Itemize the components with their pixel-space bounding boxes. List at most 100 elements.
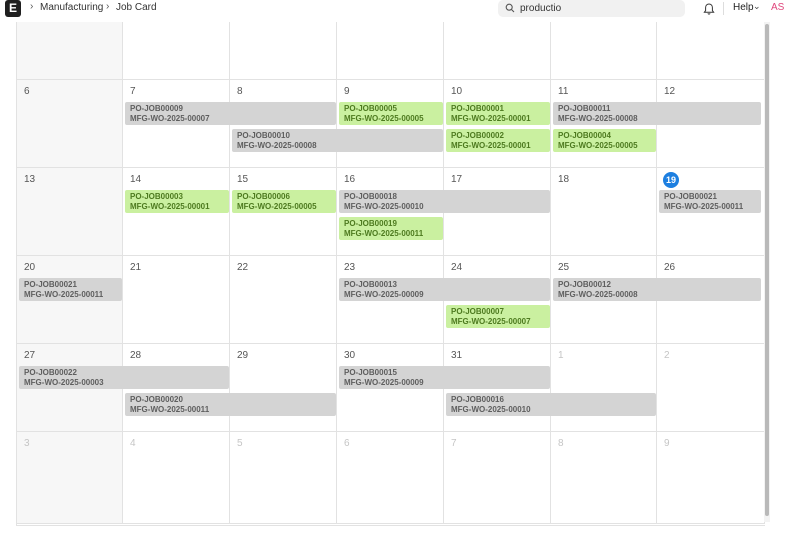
- work-order-id: MFG-WO-2025-00010: [344, 202, 424, 211]
- job-card-id: PO-JOB00021: [664, 192, 717, 201]
- job-card-event[interactable]: PO-JOB00018 MFG-WO-2025-00010: [339, 190, 550, 213]
- day-cell[interactable]: 21: [123, 256, 230, 344]
- job-card-event[interactable]: PO-JOB00016 MFG-WO-2025-00010: [446, 393, 656, 416]
- work-order-id: MFG-WO-2025-00008: [558, 290, 638, 299]
- day-number: 8: [558, 438, 564, 449]
- day-number: 11: [558, 86, 569, 97]
- work-order-id: MFG-WO-2025-00005: [558, 141, 638, 150]
- job-card-id: PO-JOB00001: [451, 104, 504, 113]
- day-cell[interactable]: 22: [230, 256, 337, 344]
- day-cell[interactable]: [17, 22, 123, 80]
- job-card-event[interactable]: PO-JOB00002 MFG-WO-2025-00001: [446, 129, 550, 152]
- help-menu-button[interactable]: Help: [733, 2, 754, 13]
- breadcrumb-manufacturing[interactable]: Manufacturing: [40, 2, 103, 13]
- day-number: 16: [344, 174, 356, 185]
- app-logo[interactable]: E: [5, 0, 21, 17]
- job-card-id: PO-JOB00009: [130, 104, 183, 113]
- job-card-event[interactable]: PO-JOB00004 MFG-WO-2025-00005: [553, 129, 656, 152]
- job-card-event[interactable]: PO-JOB00005 MFG-WO-2025-00005: [339, 102, 443, 125]
- chevron-down-icon: ⌄: [753, 1, 761, 11]
- day-cell[interactable]: 3: [17, 432, 123, 524]
- day-cell[interactable]: 4: [123, 432, 230, 524]
- day-cell[interactable]: 9: [657, 432, 765, 524]
- day-number: 15: [237, 174, 249, 185]
- work-order-id: MFG-WO-2025-00007: [451, 317, 531, 326]
- job-card-event[interactable]: PO-JOB00022 MFG-WO-2025-00003: [19, 366, 229, 389]
- user-avatar[interactable]: AS: [771, 2, 784, 13]
- today-badge: 19: [663, 172, 679, 188]
- day-cell[interactable]: 18: [551, 168, 657, 256]
- job-card-id: PO-JOB00018: [344, 192, 397, 201]
- day-cell[interactable]: 7: [444, 432, 551, 524]
- day-cell[interactable]: 8: [551, 432, 657, 524]
- day-number: 5: [237, 438, 243, 449]
- divider: [723, 2, 724, 15]
- breadcrumb-job-card[interactable]: Job Card: [116, 2, 157, 13]
- job-card-event[interactable]: PO-JOB00020 MFG-WO-2025-00011: [125, 393, 336, 416]
- day-number: 17: [451, 174, 463, 185]
- day-cell[interactable]: 2: [657, 344, 765, 432]
- day-cell[interactable]: 13: [17, 168, 123, 256]
- work-order-id: MFG-WO-2025-00008: [237, 141, 317, 150]
- day-cell[interactable]: 5: [230, 432, 337, 524]
- day-number: 29: [237, 350, 249, 361]
- day-number: 6: [24, 86, 30, 97]
- job-card-id: PO-JOB00002: [451, 131, 504, 140]
- search-input[interactable]: [520, 1, 680, 16]
- job-card-id: PO-JOB00011: [558, 104, 611, 113]
- job-card-event[interactable]: PO-JOB00021 MFG-WO-2025-00011: [659, 190, 761, 213]
- job-card-id: PO-JOB00006: [237, 192, 290, 201]
- day-cell[interactable]: 6: [337, 432, 444, 524]
- job-card-id: PO-JOB00013: [344, 280, 397, 289]
- notification-bell-icon[interactable]: [702, 2, 716, 16]
- top-navbar: E › Manufacturing › Job Card Help ⌄ AS: [0, 0, 798, 18]
- work-order-id: MFG-WO-2025-00011: [344, 229, 424, 238]
- day-number: 7: [130, 86, 136, 97]
- work-order-id: MFG-WO-2025-00009: [344, 290, 424, 299]
- job-card-id: PO-JOB00005: [344, 104, 397, 113]
- day-number: 1: [558, 350, 564, 361]
- day-number: 22: [237, 262, 249, 273]
- day-number: 26: [664, 262, 676, 273]
- job-card-id: PO-JOB00010: [237, 131, 290, 140]
- day-cell[interactable]: 29: [230, 344, 337, 432]
- day-number: 30: [344, 350, 356, 361]
- job-card-event[interactable]: PO-JOB00006 MFG-WO-2025-00005: [232, 190, 336, 213]
- day-cell[interactable]: [657, 22, 765, 80]
- job-card-event[interactable]: PO-JOB00011 MFG-WO-2025-00008: [553, 102, 761, 125]
- day-cell[interactable]: [337, 22, 444, 80]
- work-order-id: MFG-WO-2025-00011: [130, 405, 210, 414]
- job-card-event[interactable]: PO-JOB00010 MFG-WO-2025-00008: [232, 129, 443, 152]
- chevron-right-icon: ›: [30, 1, 34, 12]
- day-number: 13: [24, 174, 36, 185]
- job-card-event[interactable]: PO-JOB00001 MFG-WO-2025-00001: [446, 102, 550, 125]
- scrollbar-thumb[interactable]: [765, 24, 769, 516]
- search-bar[interactable]: [498, 0, 685, 17]
- day-cell[interactable]: 1: [551, 344, 657, 432]
- job-card-event[interactable]: PO-JOB00009 MFG-WO-2025-00007: [125, 102, 336, 125]
- day-number: 24: [451, 262, 463, 273]
- day-cell[interactable]: 6: [17, 80, 123, 168]
- job-card-event[interactable]: PO-JOB00012 MFG-WO-2025-00008: [553, 278, 761, 301]
- work-order-id: MFG-WO-2025-00005: [237, 202, 317, 211]
- job-card-event[interactable]: PO-JOB00003 MFG-WO-2025-00001: [125, 190, 229, 213]
- work-order-id: MFG-WO-2025-00003: [24, 378, 104, 387]
- day-cell[interactable]: [444, 22, 551, 80]
- work-order-id: MFG-WO-2025-00011: [664, 202, 744, 211]
- job-card-id: PO-JOB00019: [344, 219, 397, 228]
- job-card-event[interactable]: PO-JOB00019 MFG-WO-2025-00011: [339, 217, 443, 240]
- job-card-event[interactable]: PO-JOB00015 MFG-WO-2025-00009: [339, 366, 550, 389]
- chevron-right-icon: ›: [106, 1, 110, 12]
- day-number: 9: [664, 438, 670, 449]
- day-cell[interactable]: [230, 22, 337, 80]
- job-card-event[interactable]: PO-JOB00007 MFG-WO-2025-00007: [446, 305, 550, 328]
- day-cell[interactable]: [551, 22, 657, 80]
- calendar-month-grid: 6 7 8 9 10 11 12 13 14 15 16 17 18 19 20 21 22 23 24 25 26 27…: [16, 22, 765, 526]
- job-card-id: PO-JOB00016: [451, 395, 504, 404]
- job-card-event[interactable]: PO-JOB00021 MFG-WO-2025-00011: [19, 278, 122, 301]
- job-card-event[interactable]: PO-JOB00013 MFG-WO-2025-00009: [339, 278, 550, 301]
- day-cell[interactable]: [123, 22, 230, 80]
- day-number: 27: [24, 350, 36, 361]
- vertical-scrollbar[interactable]: [764, 22, 770, 522]
- day-number: 6: [344, 438, 350, 449]
